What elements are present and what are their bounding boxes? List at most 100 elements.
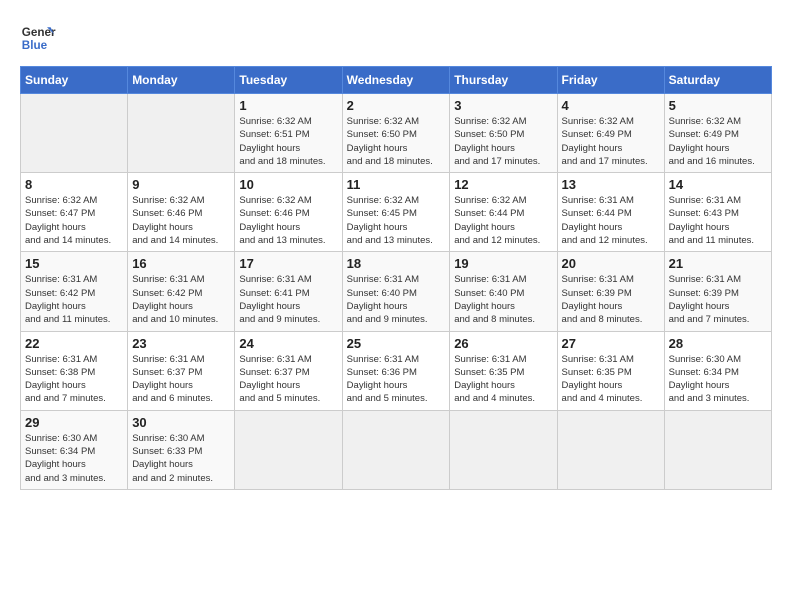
calendar-cell <box>235 410 342 489</box>
calendar-cell: 21 Sunrise: 6:31 AMSunset: 6:39 PMDayligh… <box>664 252 771 331</box>
day-detail: Sunrise: 6:31 AMSunset: 6:37 PMDaylight … <box>132 353 230 406</box>
day-number: 24 <box>239 336 337 351</box>
calendar-cell: 19 Sunrise: 6:31 AMSunset: 6:40 PMDayligh… <box>450 252 557 331</box>
calendar-cell <box>128 94 235 173</box>
calendar-cell <box>342 410 450 489</box>
calendar-cell: 5 Sunrise: 6:32 AMSunset: 6:49 PMDaylight… <box>664 94 771 173</box>
calendar-table: SundayMondayTuesdayWednesdayThursdayFrid… <box>20 66 772 490</box>
weekday-header: Friday <box>557 67 664 94</box>
day-detail: Sunrise: 6:31 AMSunset: 6:42 PMDaylight … <box>132 273 230 326</box>
day-detail: Sunrise: 6:32 AMSunset: 6:44 PMDaylight … <box>454 194 552 247</box>
calendar-cell: 2 Sunrise: 6:32 AMSunset: 6:50 PMDaylight… <box>342 94 450 173</box>
day-detail: Sunrise: 6:32 AMSunset: 6:46 PMDaylight … <box>132 194 230 247</box>
calendar-cell: 17 Sunrise: 6:31 AMSunset: 6:41 PMDayligh… <box>235 252 342 331</box>
day-detail: Sunrise: 6:32 AMSunset: 6:45 PMDaylight … <box>347 194 446 247</box>
calendar-cell: 24 Sunrise: 6:31 AMSunset: 6:37 PMDayligh… <box>235 331 342 410</box>
calendar-cell: 28 Sunrise: 6:30 AMSunset: 6:34 PMDayligh… <box>664 331 771 410</box>
calendar-cell: 30 Sunrise: 6:30 AMSunset: 6:33 PMDayligh… <box>128 410 235 489</box>
day-detail: Sunrise: 6:31 AMSunset: 6:35 PMDaylight … <box>562 353 660 406</box>
day-number: 25 <box>347 336 446 351</box>
day-detail: Sunrise: 6:31 AMSunset: 6:38 PMDaylight … <box>25 353 123 406</box>
day-detail: Sunrise: 6:31 AMSunset: 6:43 PMDaylight … <box>669 194 767 247</box>
day-detail: Sunrise: 6:31 AMSunset: 6:36 PMDaylight … <box>347 353 446 406</box>
day-number: 11 <box>347 177 446 192</box>
day-number: 21 <box>669 256 767 271</box>
day-number: 14 <box>669 177 767 192</box>
logo-icon: General Blue <box>20 20 56 56</box>
calendar-cell: 4Sunrise: 6:32 AMSunset: 6:49 PMDaylight… <box>557 94 664 173</box>
calendar-cell: 1 Sunrise: 6:32 AMSunset: 6:51 PMDaylight… <box>235 94 342 173</box>
day-number: 15 <box>25 256 123 271</box>
day-number: 20 <box>562 256 660 271</box>
day-number: 5 <box>669 98 767 113</box>
day-number: 26 <box>454 336 552 351</box>
day-number: 2 <box>347 98 446 113</box>
calendar-cell: 8 Sunrise: 6:32 AMSunset: 6:47 PMDaylight… <box>21 173 128 252</box>
day-detail: Sunrise: 6:31 AMSunset: 6:40 PMDaylight … <box>454 273 552 326</box>
day-detail: Sunrise: 6:31 AMSunset: 6:41 PMDaylight … <box>239 273 337 326</box>
day-number: 13 <box>562 177 660 192</box>
header: General Blue <box>20 20 772 56</box>
calendar-cell: 9 Sunrise: 6:32 AMSunset: 6:46 PMDaylight… <box>128 173 235 252</box>
day-detail: Sunrise: 6:32 AMSunset: 6:49 PMDaylight … <box>669 115 767 168</box>
calendar-cell: 16Sunrise: 6:31 AMSunset: 6:42 PMDayligh… <box>128 252 235 331</box>
weekday-header: Wednesday <box>342 67 450 94</box>
day-detail: Sunrise: 6:30 AMSunset: 6:34 PMDaylight … <box>669 353 767 406</box>
day-number: 8 <box>25 177 123 192</box>
calendar-cell <box>664 410 771 489</box>
calendar-cell: 22 Sunrise: 6:31 AMSunset: 6:38 PMDayligh… <box>21 331 128 410</box>
day-number: 30 <box>132 415 230 430</box>
day-detail: Sunrise: 6:31 AMSunset: 6:42 PMDaylight … <box>25 273 123 326</box>
day-detail: Sunrise: 6:31 AMSunset: 6:39 PMDaylight … <box>562 273 660 326</box>
day-number: 9 <box>132 177 230 192</box>
calendar-cell: 3Sunrise: 6:32 AMSunset: 6:50 PMDaylight… <box>450 94 557 173</box>
day-number: 4 <box>562 98 660 113</box>
day-detail: Sunrise: 6:31 AMSunset: 6:39 PMDaylight … <box>669 273 767 326</box>
calendar-cell: 12 Sunrise: 6:32 AMSunset: 6:44 PMDayligh… <box>450 173 557 252</box>
day-detail: Sunrise: 6:30 AMSunset: 6:34 PMDaylight … <box>25 432 123 485</box>
day-number: 28 <box>669 336 767 351</box>
weekday-header: Tuesday <box>235 67 342 94</box>
day-detail: Sunrise: 6:31 AMSunset: 6:40 PMDaylight … <box>347 273 446 326</box>
calendar-cell: 14 Sunrise: 6:31 AMSunset: 6:43 PMDayligh… <box>664 173 771 252</box>
day-number: 22 <box>25 336 123 351</box>
day-number: 3 <box>454 98 552 113</box>
weekday-header: Monday <box>128 67 235 94</box>
logo: General Blue <box>20 20 60 56</box>
weekday-header: Sunday <box>21 67 128 94</box>
day-detail: Sunrise: 6:31 AMSunset: 6:44 PMDaylight … <box>562 194 660 247</box>
calendar-cell: 18 Sunrise: 6:31 AMSunset: 6:40 PMDayligh… <box>342 252 450 331</box>
day-number: 27 <box>562 336 660 351</box>
day-detail: Sunrise: 6:30 AMSunset: 6:33 PMDaylight … <box>132 432 230 485</box>
day-detail: Sunrise: 6:32 AMSunset: 6:51 PMDaylight … <box>239 115 337 168</box>
calendar-cell: 15 Sunrise: 6:31 AMSunset: 6:42 PMDayligh… <box>21 252 128 331</box>
day-detail: Sunrise: 6:32 AMSunset: 6:50 PMDaylight … <box>347 115 446 168</box>
weekday-header: Thursday <box>450 67 557 94</box>
calendar-cell: 26 Sunrise: 6:31 AMSunset: 6:35 PMDayligh… <box>450 331 557 410</box>
calendar-cell <box>21 94 128 173</box>
weekday-header: Saturday <box>664 67 771 94</box>
day-number: 17 <box>239 256 337 271</box>
day-number: 10 <box>239 177 337 192</box>
calendar-cell: 13 Sunrise: 6:31 AMSunset: 6:44 PMDayligh… <box>557 173 664 252</box>
calendar-cell <box>557 410 664 489</box>
calendar-cell: 20 Sunrise: 6:31 AMSunset: 6:39 PMDayligh… <box>557 252 664 331</box>
calendar-cell: 29 Sunrise: 6:30 AMSunset: 6:34 PMDayligh… <box>21 410 128 489</box>
day-number: 23 <box>132 336 230 351</box>
day-number: 19 <box>454 256 552 271</box>
day-number: 12 <box>454 177 552 192</box>
day-detail: Sunrise: 6:32 AMSunset: 6:47 PMDaylight … <box>25 194 123 247</box>
calendar-cell: 10 Sunrise: 6:32 AMSunset: 6:46 PMDayligh… <box>235 173 342 252</box>
calendar-cell: 23 Sunrise: 6:31 AMSunset: 6:37 PMDayligh… <box>128 331 235 410</box>
day-number: 29 <box>25 415 123 430</box>
svg-text:Blue: Blue <box>22 39 48 52</box>
calendar-cell <box>450 410 557 489</box>
calendar-cell: 25 Sunrise: 6:31 AMSunset: 6:36 PMDayligh… <box>342 331 450 410</box>
day-detail: Sunrise: 6:31 AMSunset: 6:35 PMDaylight … <box>454 353 552 406</box>
day-detail: Sunrise: 6:32 AMSunset: 6:46 PMDaylight … <box>239 194 337 247</box>
calendar-cell: 11 Sunrise: 6:32 AMSunset: 6:45 PMDayligh… <box>342 173 450 252</box>
day-number: 18 <box>347 256 446 271</box>
calendar-cell: 27 Sunrise: 6:31 AMSunset: 6:35 PMDayligh… <box>557 331 664 410</box>
day-number: 1 <box>239 98 337 113</box>
day-detail: Sunrise: 6:31 AMSunset: 6:37 PMDaylight … <box>239 353 337 406</box>
